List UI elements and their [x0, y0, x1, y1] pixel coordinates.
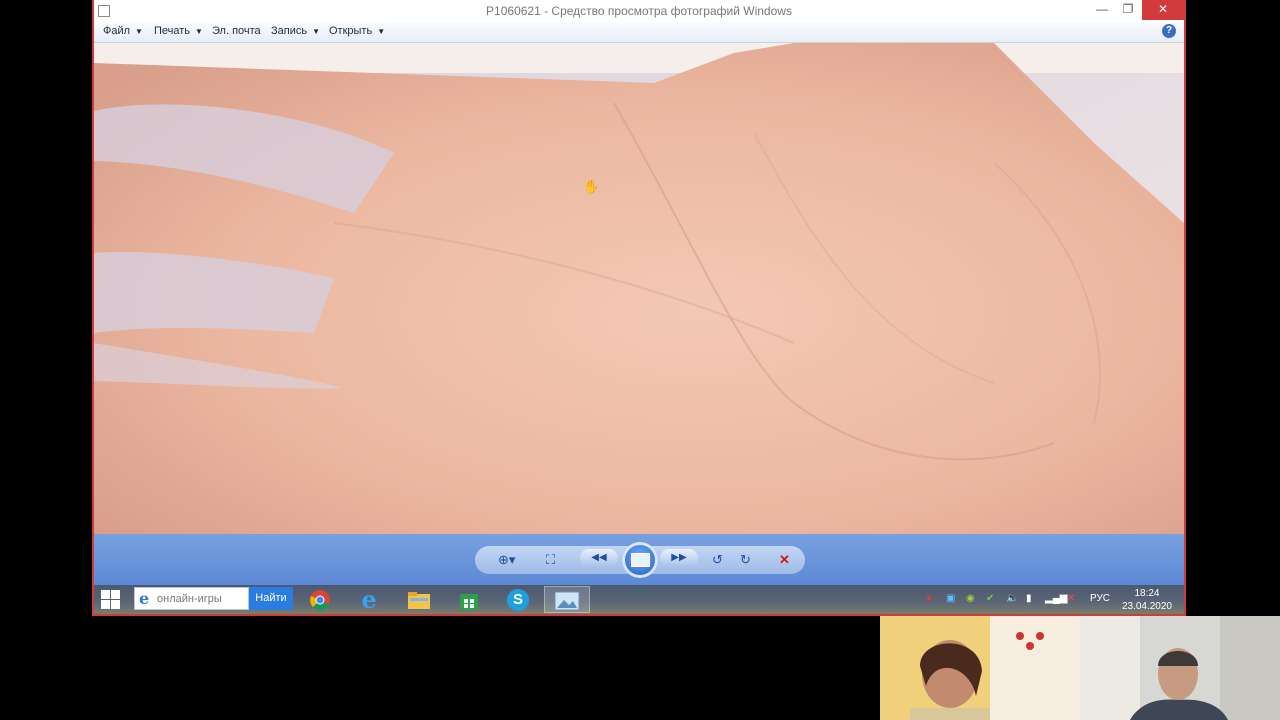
photo-viewer-icon[interactable]: [544, 586, 590, 613]
app-tray-icon[interactable]: ◉: [966, 593, 975, 604]
taskbar-search[interactable]: e онлайн-игры: [134, 587, 249, 610]
palm-photo: [94, 43, 1184, 534]
webcam-feed-left: [880, 616, 1080, 720]
language-indicator[interactable]: РУС: [1090, 593, 1110, 604]
menu-email-label: Эл. почта: [212, 25, 261, 37]
menu-file[interactable]: Файл ▼: [103, 25, 143, 37]
delete-icon[interactable]: ✕: [779, 552, 790, 568]
next-icon[interactable]: ▶▶: [660, 549, 698, 567]
dropdown-arrow-icon: ▼: [312, 27, 321, 36]
ie-icon[interactable]: e: [346, 586, 392, 613]
signal-icon[interactable]: ▂▄▆: [1045, 593, 1067, 604]
clock-time: 18:24: [1134, 588, 1160, 599]
menu-open-label: Открыть: [329, 25, 373, 37]
skype-icon[interactable]: S: [495, 586, 541, 613]
opera-tray-icon[interactable]: ●: [926, 593, 932, 604]
volume-icon[interactable]: 🔈: [1006, 593, 1018, 604]
menu-open[interactable]: Открыть ▼: [329, 25, 385, 37]
menu-print-label: Печать: [154, 25, 191, 37]
menu-bar: Файл ▼ Печать ▼ Эл. почта Запись ▼ Открыть ▼…: [94, 22, 1184, 43]
help-icon[interactable]: ?: [1162, 24, 1176, 38]
webcam-feed-right: [1080, 616, 1280, 720]
sync-tray-icon[interactable]: ▣: [946, 593, 955, 604]
rotate-left-icon[interactable]: ↺: [712, 552, 723, 568]
menu-file-label: Файл: [103, 25, 131, 37]
windows-start-icon[interactable]: [101, 590, 121, 610]
menu-burn[interactable]: Запись ▼: [271, 25, 320, 37]
minimize-button[interactable]: —: [1088, 0, 1116, 20]
shield-tray-icon[interactable]: ✔: [986, 593, 994, 604]
menu-print[interactable]: Печать ▼: [154, 25, 203, 37]
control-bar: ⊕▾ ⛶ ◀◀ ▶▶ ↺ ↻ ✕: [94, 534, 1184, 585]
title-bar[interactable]: P1060621 - Средство просмотра фотографий…: [94, 0, 1184, 22]
close-button[interactable]: ✕: [1142, 0, 1184, 20]
store-icon[interactable]: [446, 586, 492, 613]
hand-cursor-icon: ✋: [583, 179, 600, 194]
slideshow-icon[interactable]: [622, 542, 658, 578]
taskbar: e онлайн-игры Найти e S ● ▣ ◉ ✔ 🔈 ▮ ▂▄▆ …: [94, 585, 1184, 614]
chrome-icon[interactable]: [297, 586, 343, 613]
clock-date: 23.04.2020: [1121, 601, 1172, 612]
fit-window-icon[interactable]: ⛶: [546, 552, 555, 568]
photo-area[interactable]: ✋: [94, 43, 1184, 534]
ie-search-icon: e: [139, 589, 150, 608]
menu-email[interactable]: Эл. почта: [212, 25, 261, 37]
dropdown-arrow-icon: ▼: [135, 27, 143, 36]
dropdown-arrow-icon: ▼: [377, 27, 386, 36]
menu-burn-label: Запись: [271, 25, 308, 37]
dropdown-arrow-icon: ▼: [195, 27, 203, 36]
clock[interactable]: 18:24 23.04.2020: [1122, 587, 1172, 613]
magnifier-icon[interactable]: ⊕▾: [498, 552, 515, 568]
rotate-right-icon[interactable]: ↻: [740, 552, 751, 568]
photo-viewer-window: P1060621 - Средство просмотра фотографий…: [92, 0, 1186, 616]
battery-icon[interactable]: ▮: [1026, 593, 1032, 604]
previous-icon[interactable]: ◀◀: [580, 549, 618, 567]
search-button[interactable]: Найти: [249, 587, 293, 610]
window-title: P1060621 - Средство просмотра фотографий…: [486, 4, 792, 18]
file-explorer-icon[interactable]: [396, 586, 442, 613]
search-placeholder: онлайн-игры: [157, 593, 222, 605]
maximize-button[interactable]: ❐: [1114, 0, 1142, 20]
network-icon[interactable]: ✕: [1067, 593, 1075, 604]
